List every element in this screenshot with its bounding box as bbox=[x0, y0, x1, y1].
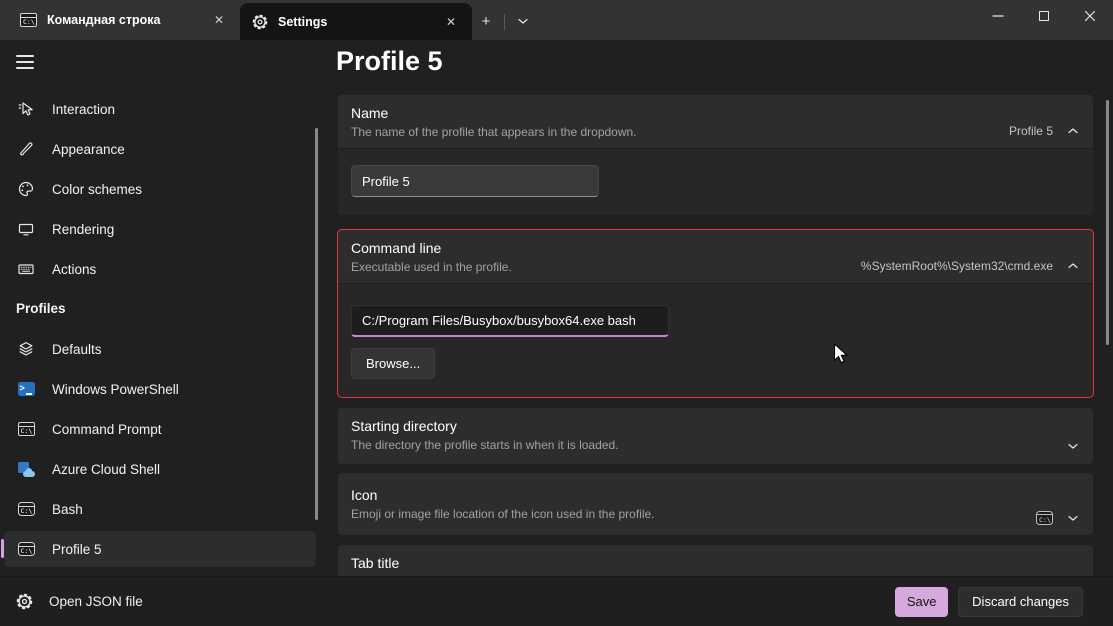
gear-icon bbox=[252, 14, 268, 30]
minimize-icon bbox=[992, 15, 1004, 17]
command-line-expander-header[interactable]: Command line Executable used in the prof… bbox=[338, 230, 1093, 283]
brush-icon bbox=[16, 139, 36, 159]
sidebar-item-color-schemes[interactable]: Color schemes bbox=[4, 171, 316, 207]
app-window: C:\ Командная строка ✕ Settings ✕ + bbox=[0, 0, 1113, 626]
sidebar-item-rendering[interactable]: Rendering bbox=[4, 211, 316, 247]
tab-label: Командная строка bbox=[47, 13, 208, 27]
sidebar-item-azure-cloud-shell[interactable]: Azure Cloud Shell bbox=[4, 451, 316, 487]
card-title: Command line bbox=[351, 240, 861, 256]
chevron-down-icon bbox=[517, 17, 529, 25]
plus-icon: + bbox=[482, 13, 491, 30]
hamburger-icon[interactable] bbox=[14, 53, 36, 71]
palette-icon bbox=[16, 179, 36, 199]
card-title: Tab title bbox=[351, 555, 1079, 571]
minimize-button[interactable] bbox=[975, 0, 1021, 32]
main-scrollbar[interactable] bbox=[1106, 100, 1109, 345]
tab-close-icon[interactable]: ✕ bbox=[208, 9, 230, 31]
sidebar-item-bash[interactable]: C:\ Bash bbox=[4, 491, 316, 527]
sidebar-item-appearance[interactable]: Appearance bbox=[4, 131, 316, 167]
starting-directory-card: Starting directory The directory the pro… bbox=[338, 408, 1093, 464]
tab-title-expander-header[interactable]: Tab title bbox=[338, 545, 1093, 576]
sidebar-scrollbar[interactable] bbox=[315, 128, 318, 520]
save-button[interactable]: Save bbox=[895, 587, 948, 617]
name-expander-body bbox=[338, 148, 1093, 215]
card-title: Name bbox=[351, 105, 1009, 121]
sidebar-item-profile-5[interactable]: C:\ Profile 5 bbox=[4, 531, 316, 567]
tab-title-card: Tab title bbox=[338, 545, 1093, 576]
browse-button[interactable]: Browse... bbox=[351, 348, 435, 379]
tab-settings[interactable]: Settings ✕ bbox=[240, 3, 472, 40]
sidebar-item-label: Command Prompt bbox=[52, 422, 162, 437]
pointer-icon bbox=[16, 99, 36, 119]
layers-icon bbox=[16, 339, 36, 359]
chevron-down-icon[interactable] bbox=[1067, 442, 1079, 450]
sidebar-item-label: Interaction bbox=[52, 102, 115, 117]
close-icon bbox=[1084, 10, 1096, 22]
command-line-current-value: %SystemRoot%\System32\cmd.exe bbox=[861, 259, 1053, 273]
open-json-label: Open JSON file bbox=[49, 594, 143, 609]
powershell-icon: > bbox=[16, 379, 36, 399]
name-expander-header[interactable]: Name The name of the profile that appear… bbox=[338, 95, 1093, 148]
card-title: Icon bbox=[351, 487, 1036, 503]
name-input[interactable] bbox=[351, 165, 599, 197]
cmd-icon: C:\ bbox=[20, 13, 37, 27]
title-bar: C:\ Командная строка ✕ Settings ✕ + bbox=[0, 0, 1113, 40]
sidebar-item-label: Azure Cloud Shell bbox=[52, 462, 160, 477]
command-line-expander-body: Browse... bbox=[338, 283, 1093, 397]
cmd-icon: C:\ bbox=[16, 419, 36, 439]
card-description: The directory the profile starts in when… bbox=[351, 438, 1067, 452]
close-window-button[interactable] bbox=[1067, 0, 1113, 32]
chevron-down-icon[interactable] bbox=[1067, 514, 1079, 522]
sidebar-item-actions[interactable]: Actions bbox=[4, 251, 316, 287]
sidebar-item-command-prompt[interactable]: C:\ Command Prompt bbox=[4, 411, 316, 447]
tab-close-icon[interactable]: ✕ bbox=[440, 11, 462, 33]
page-title: Profile 5 bbox=[336, 46, 443, 77]
sidebar-item-label: Actions bbox=[52, 262, 96, 277]
sidebar-item-label: Bash bbox=[52, 502, 83, 517]
card-description: Emoji or image file location of the icon… bbox=[351, 507, 1036, 521]
card-description: Executable used in the profile. bbox=[351, 260, 861, 274]
monitor-icon bbox=[16, 219, 36, 239]
maximize-icon bbox=[1039, 11, 1049, 21]
icon-expander-header[interactable]: Icon Emoji or image file location of the… bbox=[338, 473, 1093, 535]
sidebar-item-label: Color schemes bbox=[52, 182, 142, 197]
tab-command-prompt[interactable]: C:\ Командная строка ✕ bbox=[8, 3, 240, 37]
sidebar-item-label: Rendering bbox=[52, 222, 114, 237]
new-tab-button[interactable]: + bbox=[472, 8, 500, 34]
gear-icon bbox=[16, 593, 33, 610]
name-card: Name The name of the profile that appear… bbox=[338, 95, 1093, 215]
selection-accent-bar bbox=[1, 539, 4, 558]
tab-divider bbox=[504, 14, 505, 30]
sidebar-item-interaction[interactable]: Interaction bbox=[4, 91, 316, 127]
sidebar-item-label: Appearance bbox=[52, 142, 125, 157]
settings-sidebar: Interaction Appearance Color schemes Ren… bbox=[0, 40, 330, 576]
sidebar-item-label: Windows PowerShell bbox=[52, 382, 179, 397]
keyboard-icon bbox=[16, 259, 36, 279]
name-current-value: Profile 5 bbox=[1009, 124, 1053, 138]
card-title: Starting directory bbox=[351, 418, 1067, 434]
cloud-icon bbox=[16, 459, 36, 479]
sidebar-item-defaults[interactable]: Defaults bbox=[4, 331, 316, 367]
footer-bar: Open JSON file Save Discard changes bbox=[0, 576, 1113, 626]
sidebar-item-windows-powershell[interactable]: > Windows PowerShell bbox=[4, 371, 316, 407]
sidebar-item-label: Profile 5 bbox=[52, 542, 102, 557]
tab-label: Settings bbox=[278, 15, 440, 29]
chevron-up-icon[interactable] bbox=[1067, 127, 1079, 135]
profiles-section-header: Profiles bbox=[16, 301, 66, 316]
profile-icon-preview: C:\ bbox=[1036, 511, 1053, 525]
settings-main: Profile 5 Name The name of the profile t… bbox=[330, 40, 1113, 576]
discard-changes-button[interactable]: Discard changes bbox=[958, 587, 1083, 617]
command-line-card: Command line Executable used in the prof… bbox=[338, 230, 1093, 397]
command-line-input[interactable] bbox=[351, 305, 669, 337]
chevron-up-icon[interactable] bbox=[1067, 262, 1079, 270]
card-description: The name of the profile that appears in … bbox=[351, 125, 1009, 139]
starting-directory-expander-header[interactable]: Starting directory The directory the pro… bbox=[338, 408, 1093, 464]
tab-dropdown-button[interactable] bbox=[509, 8, 537, 34]
maximize-button[interactable] bbox=[1021, 0, 1067, 32]
terminal-icon: C:\ bbox=[16, 539, 36, 559]
icon-card: Icon Emoji or image file location of the… bbox=[338, 473, 1093, 535]
open-json-button[interactable]: Open JSON file bbox=[16, 593, 143, 610]
sidebar-item-label: Defaults bbox=[52, 342, 102, 357]
terminal-icon: C:\ bbox=[16, 499, 36, 519]
